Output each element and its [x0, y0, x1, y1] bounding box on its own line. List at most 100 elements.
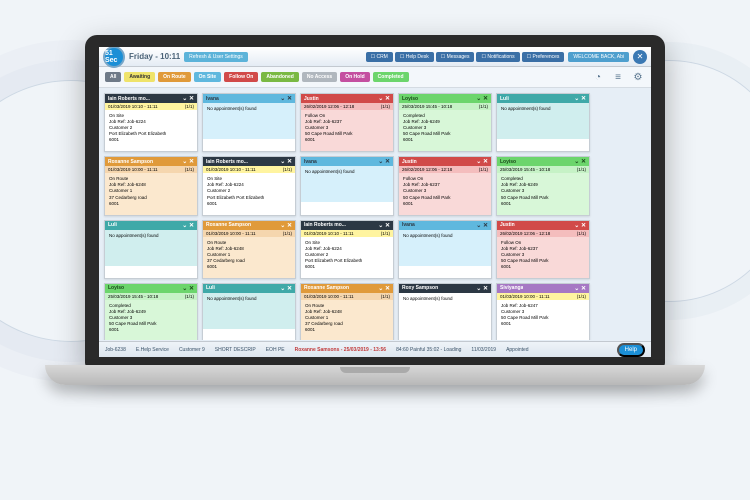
appointment-card[interactable]: Justin⌄ ✕26/02/2019 12:06 - 12:18(1/1)Fo…	[496, 220, 590, 279]
chevron-down-icon[interactable]: ⌄ ✕	[280, 285, 292, 292]
appointment-card[interactable]: Roxanne Sampson⌄ ✕01/03/2019 10:00 - 11:…	[300, 283, 394, 340]
topnav-button-2[interactable]: ☐ Messages	[436, 52, 475, 62]
card-time: 25/03/2019 15:45 - 10:18(1/1)	[497, 166, 589, 173]
appointment-card[interactable]: Siviyanga⌄ ✕01/03/2019 10:00 - 11:11(1/1…	[496, 283, 590, 340]
chevron-down-icon[interactable]: ⌄ ✕	[182, 158, 194, 165]
footer-bar: Job-6238 E.Help Service Customer 9 SHORT…	[99, 341, 651, 357]
footer-type: Appointed	[506, 347, 529, 353]
chevron-down-icon[interactable]: ⌄ ✕	[378, 95, 390, 102]
chevron-down-icon[interactable]: ⌄ ✕	[574, 222, 586, 229]
card-time: 26/02/2019 12:06 - 12:18(1/1)	[497, 230, 589, 237]
card-header: Justin⌄ ✕	[301, 94, 393, 103]
topnav-button-0[interactable]: ☐ CRM	[366, 52, 393, 62]
chevron-down-icon[interactable]: ⌄ ✕	[476, 158, 488, 165]
card-header: Ivana⌄ ✕	[399, 221, 491, 230]
card-header: Ivana⌄ ✕	[203, 94, 295, 103]
card-time: 01/03/2019 10:10 - 11:11(1/1)	[105, 103, 197, 110]
chevron-down-icon[interactable]: ⌄ ✕	[574, 285, 586, 292]
card-time: 01/03/2019 10:00 - 11:11(1/1)	[497, 293, 589, 300]
card-header: Luli⌄ ✕	[497, 94, 589, 103]
footer-jobref: Job-6238	[105, 347, 126, 353]
status-filter-on-hold[interactable]: On Hold	[340, 72, 369, 82]
appointment-card[interactable]: Loyiso⌄ ✕25/03/2019 15:45 - 10:18(1/1)Co…	[104, 283, 198, 340]
appointment-card[interactable]: Ivana⌄ ✕No appointment(s) found	[202, 93, 296, 152]
list-icon[interactable]: ≡	[611, 70, 625, 84]
appointment-card[interactable]: Luli⌄ ✕No appointment(s) found	[496, 93, 590, 152]
card-header: Loyiso⌄ ✕	[497, 157, 589, 166]
chevron-down-icon[interactable]: ⌄ ✕	[476, 95, 488, 102]
status-filter-all[interactable]: All	[105, 72, 121, 82]
appointment-card[interactable]: Iain Roberts mo...⌄ ✕01/03/2019 10:10 - …	[300, 220, 394, 279]
status-filter-no-access[interactable]: No Access	[302, 72, 337, 82]
appointment-card[interactable]: Iain Roberts mo...⌄ ✕01/03/2019 10:10 - …	[202, 156, 296, 215]
appointment-card[interactable]: Justin⌄ ✕26/02/2019 12:06 - 12:18(1/1)Fo…	[300, 93, 394, 152]
card-body: CompletedJob Ref: Job-6249Customer 350 C…	[497, 173, 589, 214]
chevron-down-icon[interactable]: ⌄ ✕	[378, 222, 390, 229]
chevron-down-icon[interactable]: ⌄ ✕	[574, 95, 586, 102]
chevron-down-icon[interactable]: ⌄ ✕	[182, 95, 194, 102]
laptop-frame: 51 Sec Friday - 10:11 Refresh & User Set…	[85, 35, 665, 385]
card-time: 26/02/2019 12:06 - 12:18(1/1)	[301, 103, 393, 110]
appointment-card[interactable]: Justin⌄ ✕26/02/2019 12:06 - 12:18(1/1)Fo…	[398, 156, 492, 215]
close-icon[interactable]: ✕	[633, 50, 647, 64]
card-body: No appointment(s) found	[203, 293, 295, 329]
chevron-down-icon[interactable]: ⌄ ✕	[378, 285, 390, 292]
card-time: 01/03/2019 10:00 - 11:11(1/1)	[203, 230, 295, 237]
card-body: Follow OnJob Ref: Job-6237Customer 350 C…	[497, 237, 589, 278]
chevron-down-icon[interactable]: ⌄ ✕	[476, 285, 488, 292]
appointment-card[interactable]: Ivana⌄ ✕No appointment(s) found	[398, 220, 492, 279]
status-filter-on-route[interactable]: On Route	[158, 72, 191, 82]
appointment-grid: Iain Roberts mo...⌄ ✕01/03/2019 10:10 - …	[99, 88, 651, 340]
card-body: Follow OnJob Ref: Job-6237Customer 350 C…	[399, 173, 491, 214]
chevron-down-icon[interactable]: ⌄ ✕	[280, 95, 292, 102]
share-icon[interactable]: ⚙	[631, 70, 645, 84]
chevron-down-icon[interactable]: ⌄ ✕	[574, 158, 586, 165]
card-body: CompletedJob Ref: Job-6249Customer 350 C…	[399, 110, 491, 151]
card-body: No appointment(s) found	[399, 230, 491, 266]
appointment-card[interactable]: Roxy Sampson⌄ ✕No appointment(s) found	[398, 283, 492, 340]
refresh-button[interactable]: Refresh & User Settings	[184, 52, 248, 62]
chevron-down-icon[interactable]: ⌄ ✕	[182, 222, 194, 229]
topnav-button-1[interactable]: ☐ Help Desk	[395, 52, 434, 62]
card-header: Justin⌄ ✕	[399, 157, 491, 166]
chevron-down-icon[interactable]: ⌄ ✕	[378, 158, 390, 165]
appointment-card[interactable]: Ivana⌄ ✕No appointment(s) found	[300, 156, 394, 215]
card-body: No appointment(s) found	[301, 166, 393, 202]
status-filter-on-site[interactable]: On Site	[194, 72, 222, 82]
topnav-button-4[interactable]: ☐ Preferences	[522, 52, 565, 62]
card-header: Loyiso⌄ ✕	[399, 94, 491, 103]
chevron-down-icon[interactable]: ⌄ ✕	[280, 222, 292, 229]
appointment-card[interactable]: Luli⌄ ✕No appointment(s) found	[104, 220, 198, 279]
status-filter-follow-on[interactable]: Follow On	[224, 72, 258, 82]
card-header: Roxanne Sampson⌄ ✕	[105, 157, 197, 166]
pie-chart-icon[interactable]: ◔	[591, 70, 605, 84]
status-filter-awaiting[interactable]: Awaiting	[124, 72, 155, 82]
help-button[interactable]: Help	[617, 343, 645, 357]
card-body: No appointment(s) found	[497, 103, 589, 139]
status-filter-completed[interactable]: Completed	[373, 72, 409, 82]
card-time: 01/03/2019 10:10 - 11:11(1/1)	[301, 230, 393, 237]
appointment-card[interactable]: Luli⌄ ✕No appointment(s) found	[202, 283, 296, 340]
status-filter-row: AllAwaitingOn RouteOn SiteFollow OnAband…	[99, 67, 651, 88]
card-header: Siviyanga⌄ ✕	[497, 284, 589, 293]
footer-sub: 84:60 Painful 35:02 - Loading	[396, 347, 461, 353]
card-body: On SiteJob Ref: Job-6224Customer 2Port E…	[203, 173, 295, 214]
card-body: No appointment(s) found	[105, 230, 197, 266]
chevron-down-icon[interactable]: ⌄ ✕	[280, 158, 292, 165]
topnav-button-3[interactable]: ☐ Notifications	[476, 52, 519, 62]
card-time: 25/03/2019 15:45 - 10:18(1/1)	[105, 293, 197, 300]
appointment-card[interactable]: Roxanne Sampson⌄ ✕01/03/2019 10:00 - 11:…	[104, 156, 198, 215]
appointment-card[interactable]: Loyiso⌄ ✕25/03/2019 15:45 - 10:18(1/1)Co…	[398, 93, 492, 152]
card-header: Iain Roberts mo...⌄ ✕	[301, 221, 393, 230]
chevron-down-icon[interactable]: ⌄ ✕	[476, 222, 488, 229]
card-body: Job Ref: Job-6247Customer 350 Cape Road …	[497, 300, 589, 336]
card-header: Justin⌄ ✕	[497, 221, 589, 230]
welcome-button[interactable]: WELCOME BACK, Abi	[568, 52, 629, 62]
appointment-card[interactable]: Roxanne Sampson⌄ ✕01/03/2019 10:00 - 11:…	[202, 220, 296, 279]
card-body: On RouteJob Ref: Job-6248Customer 137 Ce…	[301, 300, 393, 340]
appointment-card[interactable]: Iain Roberts mo...⌄ ✕01/03/2019 10:10 - …	[104, 93, 198, 152]
appointment-card[interactable]: Loyiso⌄ ✕25/03/2019 15:45 - 10:18(1/1)Co…	[496, 156, 590, 215]
chevron-down-icon[interactable]: ⌄ ✕	[182, 285, 194, 292]
card-body: On RouteJob Ref: Job-6248Customer 137 Ce…	[203, 237, 295, 278]
status-filter-abandoned[interactable]: Abandoned	[261, 72, 299, 82]
